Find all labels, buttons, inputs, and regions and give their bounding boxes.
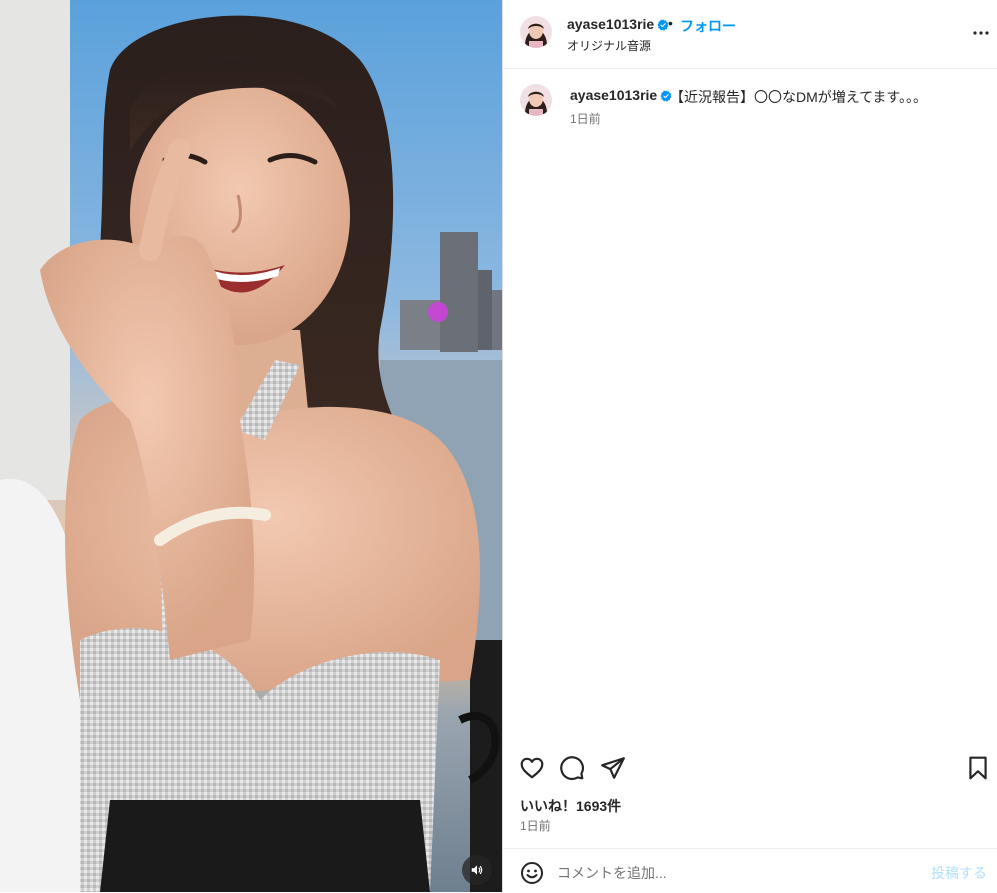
- post-header: ayase1013rie • フォロー オリジナル音源: [503, 0, 997, 69]
- username-text: ayase1013rie: [570, 87, 658, 103]
- profile-photo: [520, 84, 552, 116]
- post-comment-button[interactable]: 投稿する: [931, 863, 987, 883]
- username-text: ayase1013rie: [567, 16, 655, 32]
- share-icon[interactable]: [600, 755, 626, 781]
- avatar[interactable]: [520, 16, 552, 48]
- action-bar: [503, 752, 997, 788]
- original-audio-link[interactable]: オリジナル音源: [567, 37, 651, 54]
- heart-icon[interactable]: [519, 755, 545, 781]
- post-viewer: ayase1013rie • フォロー オリジナル音源 ayase1013rie…: [0, 0, 997, 892]
- caption-username[interactable]: ayase1013rie: [570, 87, 672, 103]
- post-author-username[interactable]: ayase1013rie: [567, 16, 669, 32]
- bookmark-icon[interactable]: [965, 755, 991, 781]
- follow-button[interactable]: フォロー: [680, 16, 736, 36]
- emoji-icon[interactable]: [520, 861, 544, 885]
- video-frame: [0, 0, 502, 892]
- likes-count[interactable]: いいね！1693件: [520, 796, 621, 816]
- caption-text: 【近況報告】〇〇なDMが増えてます。。。: [670, 89, 927, 105]
- profile-photo: [520, 16, 552, 48]
- caption-timestamp[interactable]: 1日前: [570, 110, 601, 127]
- more-options-icon[interactable]: [972, 28, 990, 38]
- video-player[interactable]: [0, 0, 502, 892]
- post-side-panel: ayase1013rie • フォロー オリジナル音源 ayase1013rie…: [502, 0, 997, 892]
- mute-toggle-button[interactable]: [462, 855, 492, 885]
- separator-dot: •: [668, 15, 673, 31]
- comment-icon[interactable]: [559, 755, 585, 781]
- comment-input[interactable]: [557, 860, 917, 886]
- caption-avatar[interactable]: [520, 84, 552, 116]
- speaker-icon: [471, 865, 483, 875]
- comment-bar: 投稿する: [503, 848, 997, 893]
- post-date[interactable]: 1日前: [520, 817, 551, 834]
